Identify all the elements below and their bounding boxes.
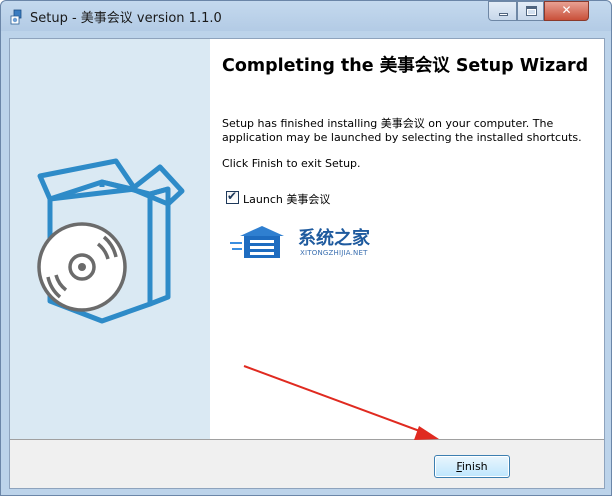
title-bar[interactable]: Setup - 美事会议 version 1.1.0 ✕: [1, 1, 611, 31]
setup-window: Setup - 美事会议 version 1.1.0 ✕ Completing …: [0, 0, 612, 496]
minimize-icon: [499, 13, 508, 16]
watermark-logo-icon: [230, 226, 284, 258]
maximize-icon: [526, 6, 537, 16]
close-icon: ✕: [561, 3, 572, 17]
minimize-button[interactable]: [488, 1, 517, 21]
page-title: Completing the 美事会议 Setup Wizard: [222, 56, 589, 76]
wizard-side-panel: [10, 39, 210, 439]
watermark: 系统之家 XITONGZHIJIA.NET: [230, 224, 390, 264]
close-button[interactable]: ✕: [544, 1, 589, 21]
wizard-content: Completing the 美事会议 Setup Wizard Setup h…: [210, 39, 604, 439]
finish-button[interactable]: Finish: [434, 455, 510, 478]
wizard-footer: Finish: [10, 440, 604, 488]
watermark-title: 系统之家: [298, 228, 370, 249]
wizard-client-area: Completing the 美事会议 Setup Wizard Setup h…: [9, 38, 605, 489]
window-title: Setup - 美事会议 version 1.1.0: [30, 11, 222, 26]
launch-checkbox[interactable]: ✔: [226, 189, 239, 204]
launch-checkbox-label[interactable]: Launch 美事会议: [243, 191, 330, 207]
software-box-icon: [37, 158, 185, 324]
watermark-subtitle: XITONGZHIJIA.NET: [300, 249, 368, 257]
setup-app-icon: [10, 9, 22, 25]
checkmark-icon: ✔: [227, 189, 238, 203]
finished-message: Setup has finished installing 美事会议 on yo…: [222, 117, 582, 144]
maximize-button[interactable]: [517, 1, 544, 21]
exit-instruction: Click Finish to exit Setup.: [222, 157, 361, 170]
